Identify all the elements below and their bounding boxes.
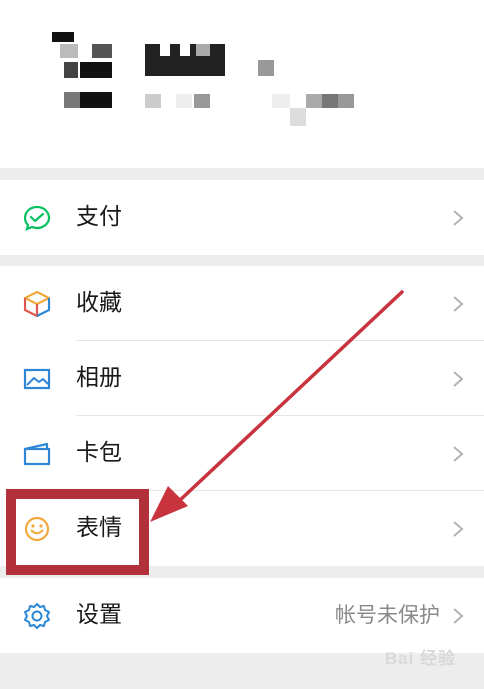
cube-icon bbox=[23, 290, 51, 318]
menu-label-favorites: 收藏 bbox=[76, 290, 122, 316]
profile-header[interactable] bbox=[0, 0, 484, 168]
menu-item-settings[interactable]: 设置 帐号未保护 bbox=[0, 578, 484, 653]
menu-label-cards: 卡包 bbox=[76, 440, 122, 466]
chevron-right-icon bbox=[453, 371, 464, 387]
menu-label-settings: 设置 bbox=[76, 602, 122, 628]
annotation-highlight-box bbox=[6, 489, 149, 575]
chevron-right-icon bbox=[453, 210, 464, 226]
account-protection-status: 帐号未保护 bbox=[335, 603, 440, 627]
menu-label-payment: 支付 bbox=[76, 204, 122, 230]
menu-item-cards[interactable]: 卡包 bbox=[0, 416, 484, 491]
section-settings: 设置 帐号未保护 bbox=[0, 578, 484, 653]
chevron-right-icon bbox=[453, 521, 464, 537]
card-wallet-icon bbox=[23, 442, 51, 466]
watermark: Bai 经验 bbox=[384, 649, 456, 668]
menu-item-payment[interactable]: 支付 bbox=[0, 180, 484, 255]
chevron-right-icon bbox=[453, 296, 464, 312]
menu-label-album: 相册 bbox=[76, 365, 122, 391]
gear-icon bbox=[24, 603, 50, 629]
chevron-right-icon bbox=[453, 608, 464, 624]
pay-check-icon bbox=[23, 205, 51, 231]
chevron-right-icon bbox=[453, 446, 464, 462]
menu-item-album[interactable]: 相册 bbox=[0, 341, 484, 416]
section-payment: 支付 bbox=[0, 180, 484, 255]
menu-item-favorites[interactable]: 收藏 bbox=[0, 266, 484, 341]
landscape-image-icon bbox=[23, 368, 51, 390]
